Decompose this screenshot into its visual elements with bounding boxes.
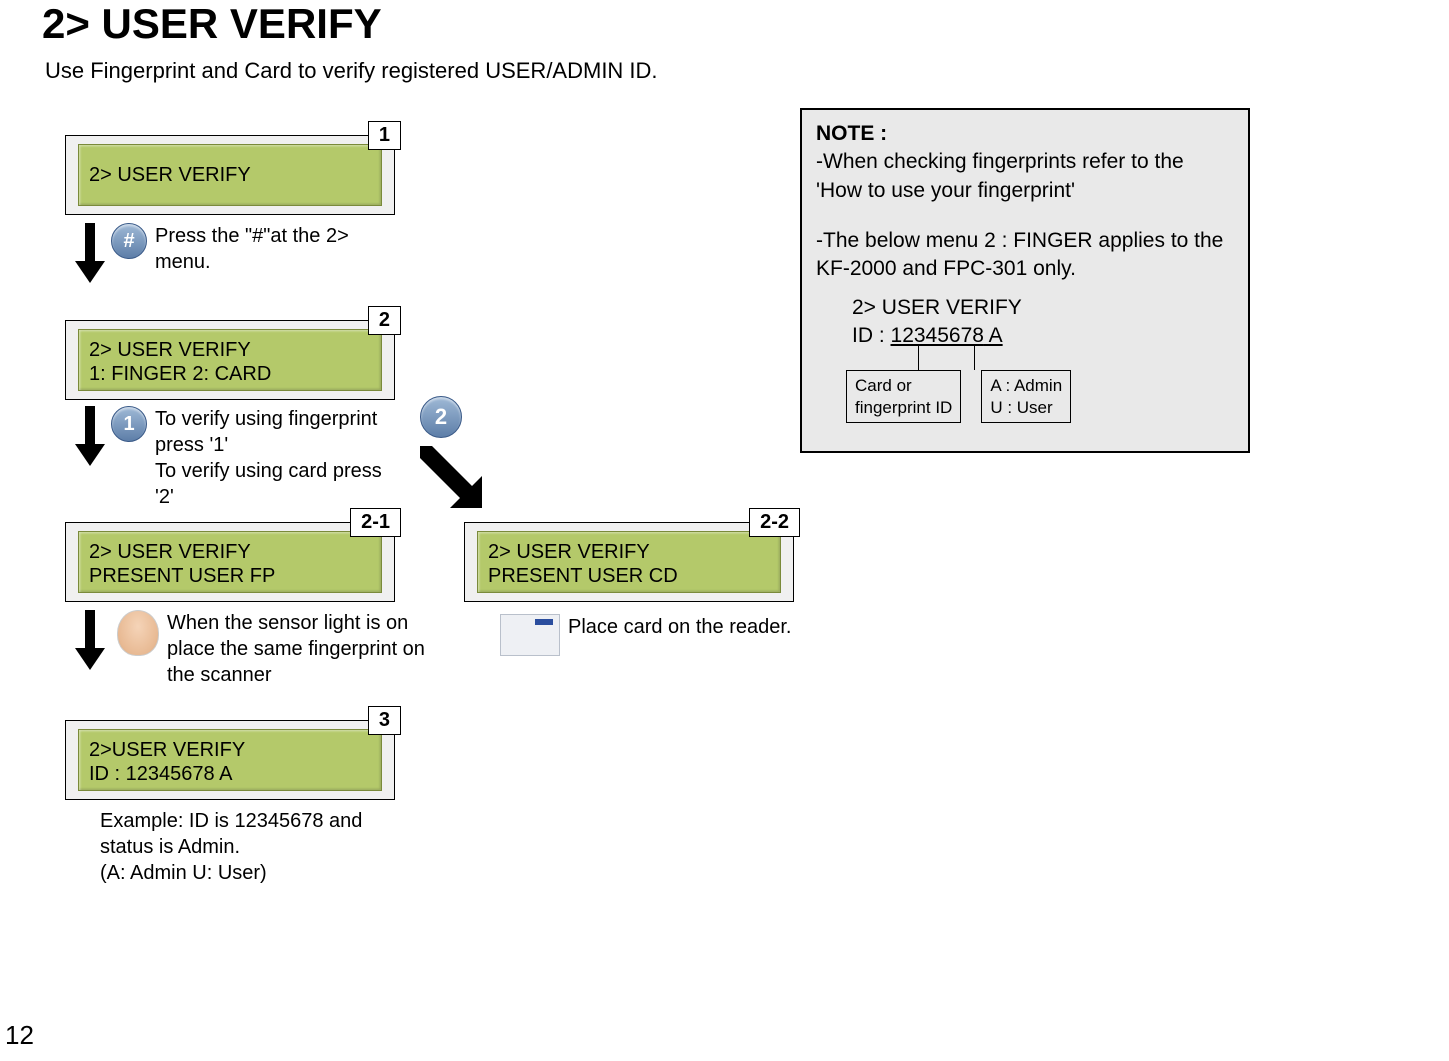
fingerprint-icon: [117, 610, 159, 656]
lcd-text: 2> USER VERIFY: [89, 163, 371, 187]
two-key-icon: 2: [420, 396, 462, 438]
page-number: 12: [5, 1020, 34, 1051]
lcd-text: 2>USER VERIFY: [89, 738, 371, 762]
instruction-text: Place card on the reader.: [568, 614, 791, 640]
note-line: -When checking fingerprints refer to the…: [816, 148, 1234, 205]
lcd-text: 2> USER VERIFY: [89, 540, 371, 564]
note-heading: NOTE :: [816, 120, 1234, 148]
lcd-text: 2> USER VERIFY: [89, 338, 371, 362]
diagonal-arrow-icon: [412, 438, 492, 523]
step-badge-3: 3: [368, 706, 401, 735]
lcd-step-2-1: 2> USER VERIFY PRESENT USER FP 2-1: [65, 522, 395, 602]
instruction-step-2-2: Place card on the reader.: [500, 614, 860, 656]
step-badge-2: 2: [368, 306, 401, 335]
lcd-step-2-2: 2> USER VERIFY PRESENT USER CD 2-2: [464, 522, 794, 602]
instruction-text: To verify using fingerprint press '1' To…: [155, 406, 395, 510]
callout-right: A : Admin U : User: [981, 370, 1071, 423]
page-title: 2> USER VERIFY: [42, 0, 382, 48]
instruction-step-2-1: When the sensor light is on place the sa…: [75, 610, 455, 688]
card-icon: [500, 614, 560, 656]
lcd-text: 1: FINGER 2: CARD: [89, 362, 371, 386]
note-id-line: ID : 12345678 A: [852, 322, 1234, 350]
one-key-icon: 1: [111, 406, 147, 442]
callout-connector-line: [974, 344, 975, 370]
lcd-step-3: 2>USER VERIFY ID : 12345678 A 3: [65, 720, 395, 800]
instruction-step-1: # Press the "#"at the 2> menu.: [75, 223, 455, 285]
down-arrow-icon: [75, 610, 103, 672]
lcd-text: ID : 12345678 A: [89, 762, 371, 786]
note-id-prefix: ID :: [852, 324, 891, 347]
down-arrow-icon: [75, 406, 103, 468]
callout-left: Card or fingerprint ID: [846, 370, 961, 423]
note-line: -The below menu 2 : FINGER applies to th…: [816, 227, 1234, 284]
instruction-text: When the sensor light is on place the sa…: [167, 610, 427, 688]
hash-key-icon: #: [111, 223, 147, 259]
lcd-step-1: 2> USER VERIFY 1: [65, 135, 395, 215]
step3-under-text: Example: ID is 12345678 and status is Ad…: [100, 808, 420, 886]
note-id-suffix: A: [984, 324, 1003, 347]
note-box: NOTE : -When checking fingerprints refer…: [800, 108, 1250, 453]
page-subtitle: Use Fingerprint and Card to verify regis…: [45, 58, 658, 84]
instruction-text: Press the "#"at the 2> menu.: [155, 223, 375, 275]
step-badge-2-1: 2-1: [350, 508, 401, 537]
lcd-text: PRESENT USER FP: [89, 564, 371, 588]
step-badge-2-2: 2-2: [749, 508, 800, 537]
step-badge-1: 1: [368, 121, 401, 150]
down-arrow-icon: [75, 223, 103, 285]
note-id-value: 12345678: [891, 324, 984, 347]
note-id-title: 2> USER VERIFY: [852, 294, 1234, 322]
instruction-step-2: 1 To verify using fingerprint press '1' …: [75, 406, 395, 510]
callout-connector-line: [918, 346, 919, 370]
note-id-block: 2> USER VERIFY ID : 12345678 A: [852, 294, 1234, 351]
lcd-text: 2> USER VERIFY: [488, 540, 770, 564]
lcd-step-2: 2> USER VERIFY 1: FINGER 2: CARD 2: [65, 320, 395, 400]
lcd-text: PRESENT USER CD: [488, 564, 770, 588]
